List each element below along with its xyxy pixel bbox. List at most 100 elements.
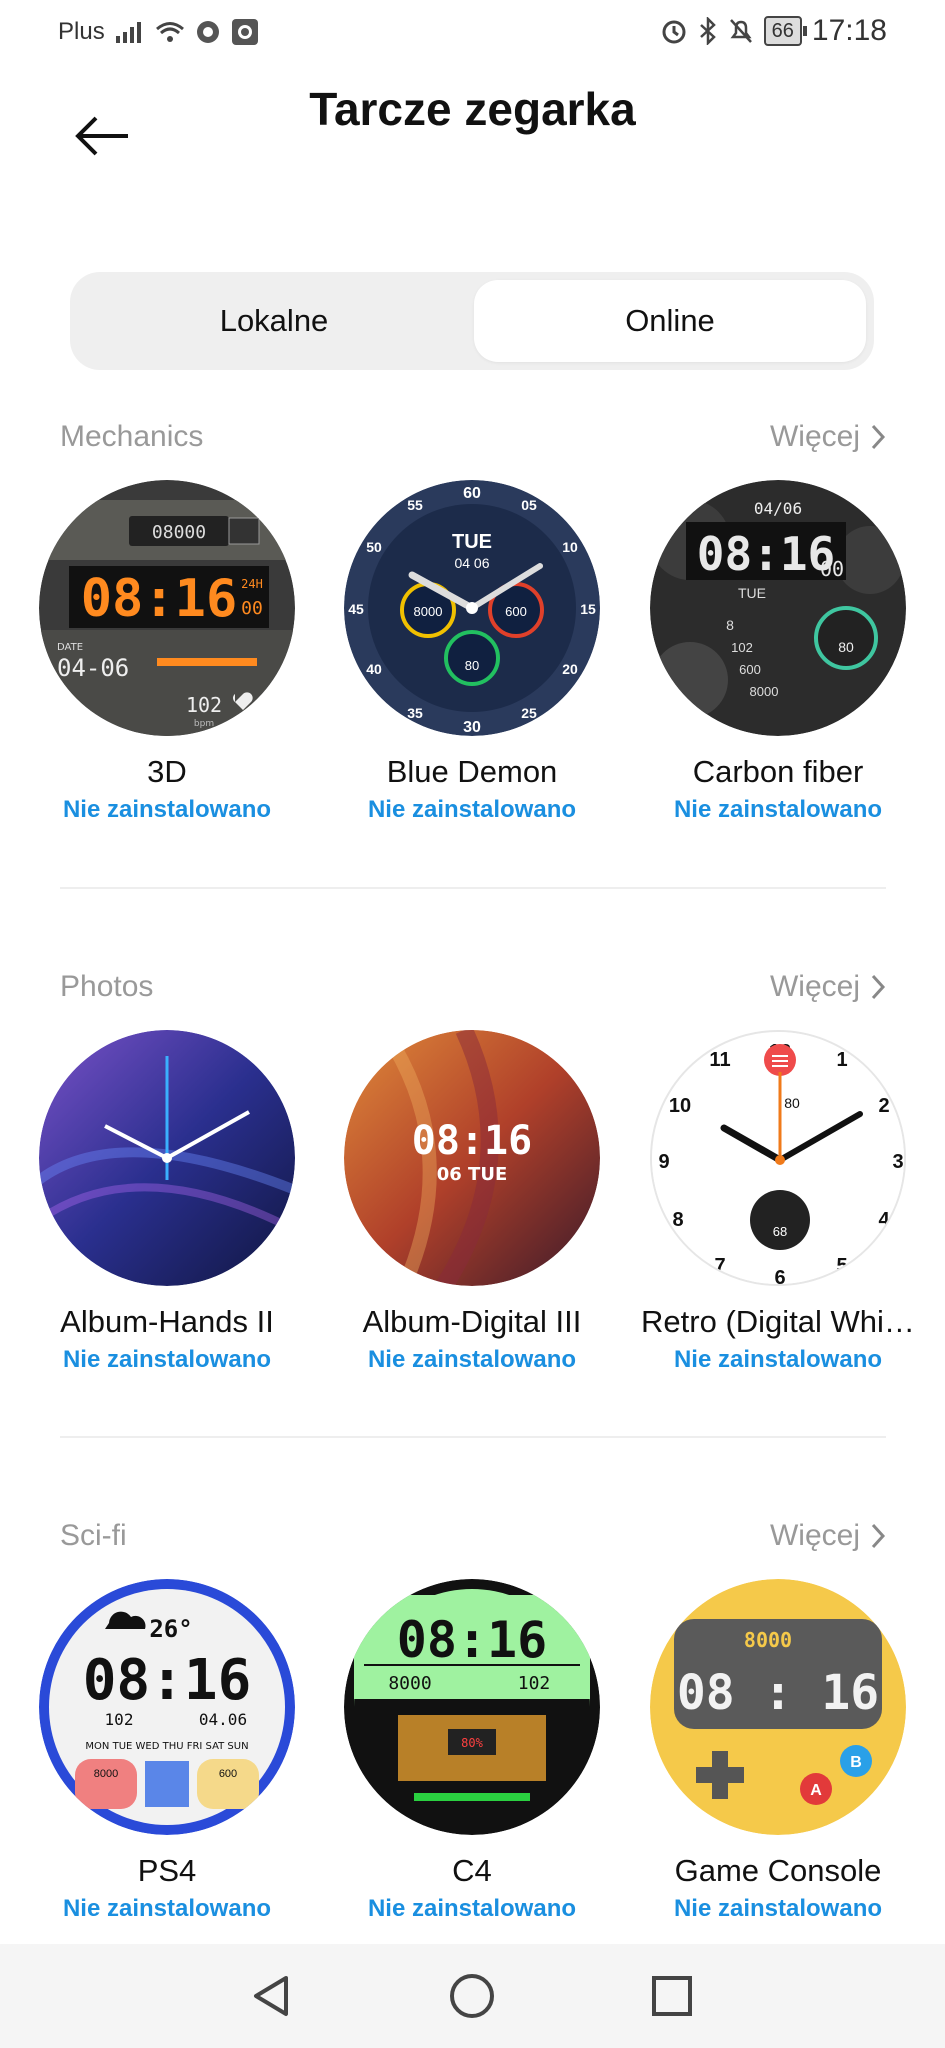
svg-text:06 TUE: 06 TUE [437, 1164, 508, 1185]
svg-text:80: 80 [838, 639, 854, 655]
svg-text:8000: 8000 [414, 604, 443, 619]
install-status: Nie zainstalowano [673, 1895, 883, 1922]
svg-text:08:16: 08:16 [397, 1611, 548, 1669]
svg-text:DATE: DATE [57, 642, 83, 653]
watchface-retro-image: 12 1 2 3 4 5 6 7 8 9 10 11 80 68 [652, 1032, 904, 1286]
watchface-blue-demon-image: 60 05 10 15 20 25 30 35 40 45 50 55 TUE … [344, 480, 600, 736]
watchface-name: Blue Demon [386, 754, 558, 789]
nav-back-button[interactable] [242, 1966, 302, 2026]
svg-text:8000: 8000 [94, 1768, 118, 1780]
triangle-back-icon [254, 1976, 288, 2016]
mute-icon [729, 19, 752, 43]
svg-text:600: 600 [739, 662, 761, 677]
svg-text:50: 50 [366, 539, 382, 555]
watchface-card[interactable]: 08000 08:16 24H 00 DATE 04-06 102 bpm 3D… [17, 480, 317, 824]
segmented-tabs: Lokalne Online [70, 272, 874, 370]
watchface-preview-album-digital[interactable]: 08:16 06 TUE [344, 1030, 600, 1286]
svg-text:80: 80 [784, 1095, 800, 1111]
svg-text:8000: 8000 [744, 1628, 792, 1652]
more-label: Więcej [769, 970, 860, 1003]
nav-recents-button[interactable] [642, 1966, 702, 2026]
bluetooth-icon [699, 17, 716, 45]
svg-text:TUE: TUE [452, 531, 492, 553]
install-status: Nie zainstalowano [62, 1346, 272, 1373]
svg-text:68: 68 [773, 1224, 787, 1239]
more-link[interactable]: Więcej [770, 970, 886, 1004]
watchface-name: Carbon fiber [692, 754, 864, 789]
screen-record-icon [231, 19, 258, 45]
watchface-preview-retro[interactable]: 12 1 2 3 4 5 6 7 8 9 10 11 80 68 [650, 1030, 906, 1286]
svg-text:80: 80 [465, 658, 479, 673]
svg-text:26°: 26° [149, 1615, 192, 1643]
watchface-card[interactable]: 08:16 8000 102 80% C4 Nie zainstalowano [322, 1579, 622, 1923]
svg-text:8000: 8000 [750, 684, 779, 699]
watchface-name: C4 [452, 1853, 492, 1888]
svg-text:04.06: 04.06 [199, 1710, 247, 1729]
svg-text:5: 5 [836, 1255, 847, 1277]
watchface-preview-3d[interactable]: 08000 08:16 24H 00 DATE 04-06 102 bpm [39, 480, 295, 736]
watchface-preview-c4[interactable]: 08:16 8000 102 80% [344, 1579, 600, 1835]
svg-text:102: 102 [518, 1673, 551, 1694]
watchface-game-console-image: 8000 08 : 16 A B [650, 1579, 906, 1835]
svg-text:600: 600 [505, 604, 527, 619]
watchface-preview-blue-demon[interactable]: 60 05 10 15 20 25 30 35 40 45 50 55 TUE … [344, 480, 600, 736]
svg-text:05: 05 [521, 497, 537, 513]
watchface-card[interactable]: 60 05 10 15 20 25 30 35 40 45 50 55 TUE … [322, 480, 622, 824]
square-recents-icon [652, 1976, 692, 2016]
svg-text:08:16: 08:16 [83, 1648, 252, 1713]
watchface-preview-album-hands[interactable] [39, 1030, 295, 1286]
section-title: Sci-fi [60, 1519, 127, 1552]
svg-text:08:16: 08:16 [81, 569, 238, 629]
svg-text:6: 6 [774, 1267, 785, 1286]
svg-text:35: 35 [407, 705, 423, 721]
watchface-card[interactable]: 8000 08 : 16 A B Game Console Nie zainst… [628, 1579, 928, 1923]
install-status: Nie zainstalowano [62, 1895, 272, 1922]
section-title: Mechanics [60, 420, 204, 453]
chevron-right-icon [871, 1523, 886, 1549]
section-header: Mechanics Więcej [60, 420, 886, 460]
svg-text:7: 7 [714, 1255, 725, 1277]
svg-text:4: 4 [878, 1209, 890, 1231]
watchface-name: Game Console [674, 1853, 882, 1888]
carrier-label: Plus [58, 18, 105, 45]
svg-text:102: 102 [105, 1710, 134, 1729]
alarm-icon [662, 20, 686, 44]
watchface-3d-image: 08000 08:16 24H 00 DATE 04-06 102 bpm [39, 480, 295, 736]
svg-text:3: 3 [892, 1151, 903, 1173]
svg-text:B: B [850, 1754, 862, 1771]
svg-text:1: 1 [836, 1049, 847, 1071]
svg-text:80%: 80% [461, 1736, 483, 1750]
svg-text:TUE: TUE [738, 585, 766, 601]
watchface-preview-carbon-fiber[interactable]: 04/06 08:16 00 TUE 8 102 600 8000 80 [650, 480, 906, 736]
svg-text:102: 102 [186, 693, 222, 717]
watchface-card[interactable]: 12 1 2 3 4 5 6 7 8 9 10 11 80 68 [628, 1030, 928, 1374]
svg-text:8: 8 [726, 617, 734, 633]
watchface-card[interactable]: Album-Hands II Nie zainstalowano [17, 1030, 317, 1374]
install-status: Nie zainstalowano [673, 1346, 883, 1373]
install-status: Nie zainstalowano [367, 1346, 577, 1373]
svg-text:MON TUE WED THU FRI SAT SUN: MON TUE WED THU FRI SAT SUN [85, 1741, 248, 1752]
watchface-card[interactable]: 26° 08:16 102 04.06 MON TUE WED THU FRI … [17, 1579, 317, 1923]
watchface-c4-image: 08:16 8000 102 80% [344, 1579, 600, 1835]
watchface-preview-game-console[interactable]: 8000 08 : 16 A B [650, 1579, 906, 1835]
tab-lokalne[interactable]: Lokalne [78, 280, 470, 362]
svg-text:00: 00 [820, 557, 844, 581]
nav-home-button[interactable] [442, 1966, 502, 2026]
svg-text:10: 10 [669, 1095, 691, 1117]
svg-text:600: 600 [219, 1768, 237, 1780]
system-nav-bar [0, 1944, 945, 2048]
watchface-name: 3D [147, 754, 187, 789]
watchface-card[interactable]: 04/06 08:16 00 TUE 8 102 600 8000 80 Car… [628, 480, 928, 824]
svg-text:04 06: 04 06 [454, 555, 489, 571]
section-title: Photos [60, 970, 154, 1003]
watchface-album-digital-image: 08:16 06 TUE [344, 1030, 600, 1286]
more-link[interactable]: Więcej [770, 1519, 886, 1553]
more-link[interactable]: Więcej [770, 420, 886, 454]
tab-online[interactable]: Online [474, 280, 866, 362]
watchface-album-hands-image [39, 1030, 295, 1286]
watchface-card[interactable]: 08:16 06 TUE Album-Digital III Nie zains… [322, 1030, 622, 1374]
watchface-name: Album-Hands II [60, 1304, 274, 1339]
svg-text:102: 102 [731, 640, 753, 655]
wifi-icon [155, 22, 184, 42]
watchface-preview-ps4[interactable]: 26° 08:16 102 04.06 MON TUE WED THU FRI … [39, 1579, 295, 1835]
